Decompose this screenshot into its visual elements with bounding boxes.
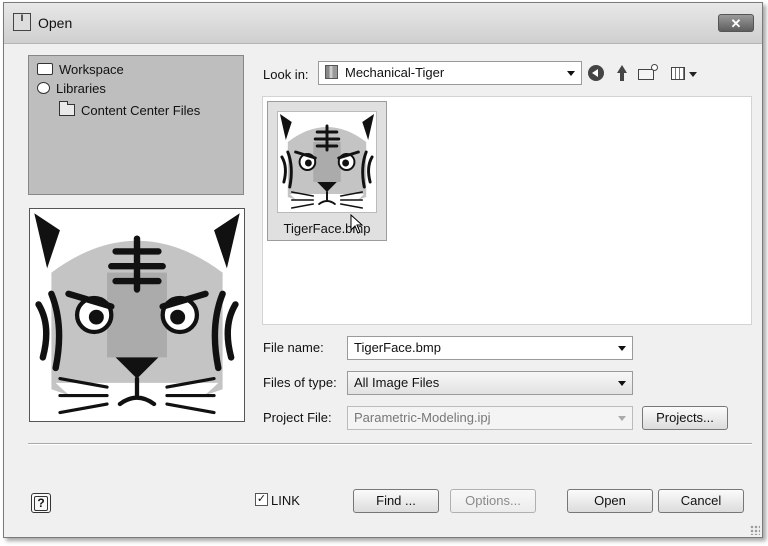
close-button[interactable]: ✕: [718, 14, 754, 32]
chevron-down-icon: [567, 71, 575, 76]
place-workspace[interactable]: Workspace: [37, 62, 124, 80]
new-folder-icon[interactable]: [638, 64, 658, 80]
places-panel: Workspace Libraries Content Center Files: [28, 55, 244, 195]
project-file-value: Parametric-Modeling.ipj: [354, 410, 491, 425]
title-bar[interactable]: I Open ✕: [4, 3, 762, 44]
place-label: Libraries: [56, 81, 106, 96]
divider: [28, 443, 752, 445]
libraries-icon: [37, 82, 50, 94]
views-menu-icon[interactable]: [671, 67, 685, 80]
help-button[interactable]: ?: [31, 493, 51, 513]
files-of-type-dropdown[interactable]: All Image Files: [347, 371, 633, 395]
file-list[interactable]: TigerFace.bmp: [262, 96, 752, 325]
chevron-down-icon: [618, 416, 626, 421]
find-button[interactable]: Find ...: [353, 489, 439, 513]
views-dropdown-arrow-icon[interactable]: [689, 72, 697, 77]
project-file-dropdown: Parametric-Modeling.ipj: [347, 406, 633, 430]
folder-icon: [59, 101, 75, 116]
chevron-down-icon: [618, 346, 626, 351]
place-content-center-files[interactable]: Content Center Files: [59, 101, 201, 121]
resize-grip-icon[interactable]: [750, 525, 760, 535]
look-in-value: Mechanical-Tiger: [345, 65, 445, 80]
look-in-label: Look in:: [263, 67, 309, 82]
place-libraries[interactable]: Libraries: [37, 81, 106, 99]
files-of-type-label: Files of type:: [263, 375, 337, 390]
options-button: Options...: [450, 489, 536, 513]
files-of-type-value: All Image Files: [354, 375, 440, 390]
folder-icon: [325, 65, 338, 79]
place-label: Workspace: [59, 62, 124, 77]
mouse-pointer-icon: [350, 214, 364, 234]
project-file-label: Project File:: [263, 410, 332, 425]
up-folder-icon[interactable]: [614, 65, 630, 81]
cancel-button[interactable]: Cancel: [658, 489, 744, 513]
dialog-title: Open: [38, 15, 73, 31]
file-name-value: TigerFace.bmp: [354, 340, 441, 355]
help-icon: ?: [34, 496, 48, 511]
projects-button[interactable]: Projects...: [642, 406, 728, 430]
image-preview: [29, 208, 245, 422]
workspace-icon: [37, 63, 53, 75]
file-name-label: TigerFace.bmp: [283, 221, 371, 236]
link-checkbox[interactable]: ✓: [255, 493, 268, 506]
open-button[interactable]: Open: [567, 489, 653, 513]
file-item-tigerface[interactable]: TigerFace.bmp: [267, 101, 387, 241]
file-thumbnail: [277, 111, 377, 213]
tiger-face-preview-image: [34, 213, 240, 421]
link-label: LINK: [271, 493, 300, 508]
tiger-face-thumbnail-image: [279, 114, 375, 212]
look-in-dropdown[interactable]: Mechanical-Tiger: [318, 61, 582, 85]
file-name-label: File name:: [263, 340, 324, 355]
file-name-field[interactable]: TigerFace.bmp: [347, 336, 633, 360]
place-label: Content Center Files: [81, 103, 201, 118]
back-icon[interactable]: [588, 65, 604, 81]
chevron-down-icon: [618, 381, 626, 386]
app-icon: I: [13, 13, 31, 31]
open-dialog: I Open ✕ Workspace Libraries Content Cen…: [3, 2, 763, 538]
